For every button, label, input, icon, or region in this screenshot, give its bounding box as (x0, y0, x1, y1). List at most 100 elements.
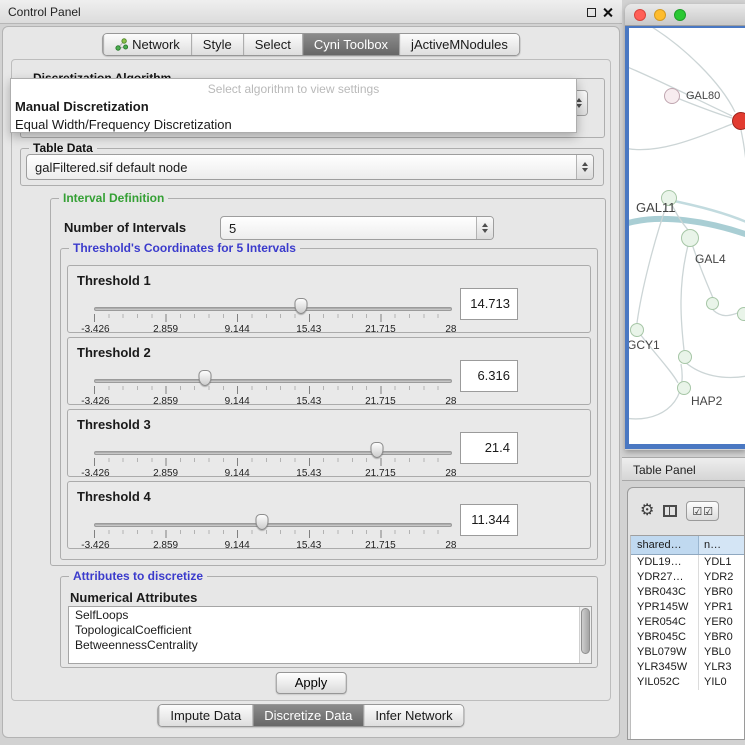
combobox-stepper[interactable] (476, 217, 493, 239)
threshold-value-field[interactable]: 6.316 (460, 360, 518, 392)
tab-label: Style (203, 37, 232, 52)
cell-name: YBL0 (699, 645, 744, 660)
slider-thumb[interactable] (370, 442, 383, 458)
cell-shared-name: YBR045C (631, 630, 699, 645)
attribute-item[interactable]: BetweennessCentrality (69, 637, 591, 652)
scale-tick-label: -3.426 (81, 324, 109, 335)
scale-tick-label: 2.859 (153, 540, 178, 551)
threshold-slider[interactable]: -3.426 2.859 9.144 15.43 21.715 28 (94, 514, 452, 550)
slider-thumb[interactable] (294, 298, 307, 314)
network-node[interactable] (737, 307, 745, 321)
top-tab[interactable]: Cyni Toolbox (302, 34, 399, 55)
cell-shared-name: YBL079W (631, 645, 699, 660)
tab-label: jActiveMNodules (411, 37, 508, 52)
table-row[interactable]: YIL052C YIL0 (631, 675, 744, 690)
stepper-down-icon (482, 229, 488, 233)
vertical-scrollbar[interactable] (579, 607, 591, 663)
top-tab[interactable]: jActiveMNodules (399, 34, 519, 55)
column-header-name[interactable]: n… (699, 536, 744, 554)
attribute-item[interactable]: TopologicalCoefficient (69, 622, 591, 637)
top-tab[interactable]: Style (191, 34, 243, 55)
stepper-up-icon (582, 162, 588, 166)
network-node[interactable] (678, 350, 692, 364)
threshold-label: Threshold 2 (77, 345, 151, 360)
cell-shared-name: YPR145W (631, 600, 699, 615)
network-node[interactable] (664, 88, 680, 104)
threshold-slider[interactable]: -3.426 2.859 9.144 15.43 21.715 28 (94, 298, 452, 334)
threshold-panel: Threshold 4 -3.426 2.859 9.144 15.43 21.… (67, 481, 591, 549)
network-node[interactable] (681, 229, 699, 247)
table-row[interactable]: YDL19… YDL1 (631, 555, 744, 570)
slider-track[interactable] (94, 379, 452, 383)
table-row[interactable]: YDR27… YDR2 (631, 570, 744, 585)
checkbox-icon: ☑ (692, 505, 702, 518)
threshold-slider[interactable]: -3.426 2.859 9.144 15.43 21.715 28 (94, 370, 452, 406)
threshold-list: Threshold 1 -3.426 2.859 9.144 15.43 21.… (67, 265, 591, 553)
node-label: GAL80 (686, 90, 720, 102)
table-toolbar: ⚙ ☑ ☑ (628, 488, 744, 534)
network-node[interactable] (732, 112, 745, 130)
scale-tick-label: 21.715 (365, 324, 396, 335)
group-title: Interval Definition (59, 191, 168, 205)
threshold-value-field[interactable]: 11.344 (460, 504, 518, 536)
slider-thumb[interactable] (198, 370, 211, 386)
threshold-value-field[interactable]: 21.4 (460, 432, 518, 464)
cell-name: YBR0 (699, 630, 744, 645)
table-row[interactable]: YER054C YER0 (631, 615, 744, 630)
apply-button[interactable]: Apply (276, 672, 347, 694)
top-tab[interactable]: Network (103, 34, 191, 55)
group-title: Table Data (29, 141, 97, 155)
bottom-tab[interactable]: Impute Data (158, 705, 252, 726)
dropdown-placeholder: Select algorithm to view settings (11, 79, 576, 98)
top-tab[interactable]: Select (243, 34, 302, 55)
table-row[interactable]: YBR043C YBR0 (631, 585, 744, 600)
group-title: Attributes to discretize (69, 569, 207, 583)
columns-icon[interactable] (663, 505, 677, 517)
table-row[interactable]: YPR145W YPR1 (631, 600, 744, 615)
scale-tick-label: 21.715 (365, 468, 396, 479)
mac-close-icon[interactable] (634, 9, 646, 21)
table-row[interactable]: YBL079W YBL0 (631, 645, 744, 660)
attributes-listbox: SelfLoops TopologicalCoefficient Between… (68, 606, 592, 664)
tab-label: Network (132, 37, 180, 52)
cell-name: YDL1 (699, 555, 744, 570)
network-window-titlebar[interactable] (625, 4, 745, 26)
dropdown-option[interactable]: Equal Width/Frequency Discretization (11, 116, 576, 134)
tab-label: Infer Network (375, 708, 452, 723)
number-of-intervals-combobox[interactable]: 5 (220, 216, 494, 240)
select-columns-button[interactable]: ☑ ☑ (686, 501, 719, 521)
scale-tick-label: 9.144 (225, 396, 250, 407)
close-icon[interactable] (602, 7, 613, 18)
table-data-combobox[interactable]: galFiltered.sif default node (26, 154, 594, 180)
threshold-value-field[interactable]: 14.713 (460, 288, 518, 320)
gear-icon[interactable]: ⚙ (640, 503, 654, 519)
scale-tick-label: 15.43 (296, 540, 321, 551)
scale-tick-label: 28 (445, 324, 456, 335)
scrollbar-thumb[interactable] (581, 608, 590, 654)
network-node[interactable] (630, 323, 644, 337)
table-row[interactable]: YLR345W YLR3 (631, 660, 744, 675)
slider-track[interactable] (94, 451, 452, 455)
slider-track[interactable] (94, 523, 452, 527)
bottom-tab[interactable]: Discretize Data (252, 705, 363, 726)
slider-thumb[interactable] (256, 514, 269, 530)
network-canvas[interactable]: GAL80 GAL11 GAL4 GCY1 HAP2 (629, 28, 745, 444)
combobox-stepper[interactable] (576, 155, 593, 179)
table-row[interactable]: YBR045C YBR0 (631, 630, 744, 645)
cell-shared-name: YIL052C (631, 675, 699, 690)
network-node[interactable] (677, 381, 691, 395)
dropdown-option[interactable]: Manual Discretization (11, 98, 576, 116)
bottom-tab[interactable]: Infer Network (363, 705, 463, 726)
slider-ticks (94, 458, 452, 466)
float-window-icon[interactable] (587, 8, 596, 17)
slider-track[interactable] (94, 307, 452, 311)
threshold-slider[interactable]: -3.426 2.859 9.144 15.43 21.715 28 (94, 442, 452, 478)
table-panel-titlebar: Table Panel (622, 457, 745, 481)
scale-tick-label: -3.426 (81, 468, 109, 479)
group-title: Threshold's Coordinates for 5 Intervals (69, 241, 300, 255)
attribute-item[interactable]: SelfLoops (69, 607, 591, 622)
mac-minimize-icon[interactable] (654, 9, 666, 21)
network-node[interactable] (706, 297, 719, 310)
column-header-shared-name[interactable]: shared… (631, 536, 699, 554)
mac-zoom-icon[interactable] (674, 9, 686, 21)
